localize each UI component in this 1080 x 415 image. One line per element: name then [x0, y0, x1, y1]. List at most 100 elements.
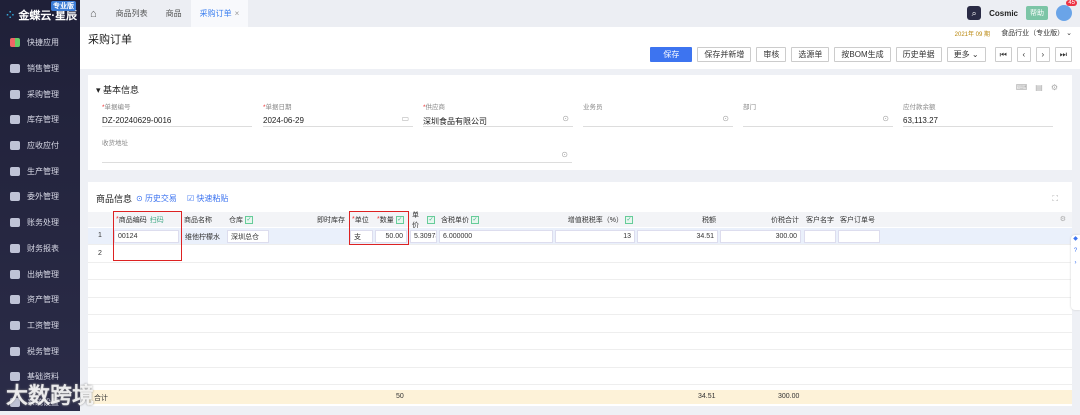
- prev-record-button[interactable]: ‹: [1016, 47, 1031, 62]
- quick-paste-link[interactable]: ☑ 快速粘贴: [187, 193, 228, 204]
- last-record-button[interactable]: ⏭: [1054, 47, 1072, 62]
- tab-purchase-order[interactable]: 采购订单 ×: [190, 0, 249, 27]
- cell-warehouse[interactable]: 深圳总仓: [227, 230, 269, 243]
- sidebar-item[interactable]: 工资管理: [0, 313, 80, 339]
- more-icon[interactable]: ⊙: [882, 114, 889, 123]
- goods-info-section: 商品信息 ⊙ 历史交易 ☑ 快速粘贴 ⛶ * 商品编码 扫码 商品名称 仓库 ✓ 即时库存 *…: [88, 182, 1072, 406]
- column-header[interactable]: 单价 ✓: [409, 212, 438, 229]
- avatar[interactable]: 45: [1056, 0, 1077, 21]
- table-row[interactable]: [88, 263, 1072, 280]
- column-header[interactable]: 客户名字: [803, 212, 837, 227]
- batch-edit-icon[interactable]: ✓: [471, 215, 479, 224]
- form-field[interactable]: *供应商 深圳食品有限公司 ⊙: [423, 101, 573, 127]
- column-header[interactable]: 仓库 ✓: [226, 212, 270, 227]
- table-row[interactable]: [88, 281, 1072, 298]
- form-field[interactable]: *单据编号 DZ-20240629-0016: [102, 101, 252, 127]
- close-icon[interactable]: ×: [235, 9, 240, 18]
- section-title[interactable]: ▾ 基本信息: [96, 83, 139, 96]
- sidebar-item[interactable]: 财务报表: [0, 236, 80, 262]
- cell-price[interactable]: 5.309735: [410, 230, 437, 243]
- fullscreen-icon[interactable]: ⛶: [1052, 194, 1058, 204]
- search-icon[interactable]: ⌕: [967, 6, 982, 20]
- form-field[interactable]: 收货地址 ⊙: [102, 137, 572, 163]
- more-icon[interactable]: ⊙: [722, 114, 729, 123]
- sidebar-item[interactable]: 出纳管理: [0, 261, 80, 287]
- field-label-text: 业务员: [583, 104, 603, 111]
- table-row[interactable]: [88, 333, 1072, 350]
- toolbar-button[interactable]: 保存并新增: [697, 47, 752, 62]
- cell-cust-order[interactable]: [838, 230, 880, 243]
- sidebar-item-label: 采购管理: [27, 89, 59, 99]
- logo-icon: ⁘: [6, 9, 15, 21]
- table-row[interactable]: [88, 298, 1072, 315]
- calendar-icon[interactable]: ▭: [401, 114, 409, 123]
- column-header[interactable]: 价税合计: [719, 212, 802, 227]
- column-header[interactable]: 商品名称: [181, 212, 225, 227]
- gear-icon[interactable]: ⚙: [1051, 83, 1058, 92]
- sidebar-item[interactable]: 销售管理: [0, 56, 80, 82]
- sidebar-item[interactable]: 委外管理: [0, 184, 80, 210]
- form-field[interactable]: 应付款余额 63,113.27: [903, 101, 1053, 127]
- keyboard-icon[interactable]: ⌨: [1016, 83, 1028, 92]
- table-row[interactable]: 2: [88, 246, 1072, 263]
- column-header-label: 即时库存: [317, 216, 345, 224]
- cell-name[interactable]: 维他柠檬水: [182, 230, 224, 243]
- sidebar-item[interactable]: 快捷应用: [0, 30, 80, 56]
- field-label-text: 单据编号: [104, 104, 131, 111]
- batch-edit-icon[interactable]: ✓: [625, 215, 633, 224]
- sidebar-item[interactable]: 税务管理: [0, 338, 80, 364]
- toolbar-button[interactable]: 按BOM生成: [834, 47, 891, 62]
- sidebar-item[interactable]: 生产管理: [0, 158, 80, 184]
- toolbar-button[interactable]: 选源单: [791, 47, 830, 62]
- sidebar-item[interactable]: 资产管理: [0, 287, 80, 313]
- field-value[interactable]: DZ-20240629-0016: [102, 116, 252, 125]
- sidebar-item[interactable]: 应收应付: [0, 133, 80, 159]
- sidebar-item[interactable]: 库存管理: [0, 107, 80, 133]
- floating-side-panel[interactable]: ◆? ›: [1071, 235, 1080, 310]
- toolbar-button[interactable]: 更多 ⌄: [946, 47, 986, 62]
- batch-edit-icon[interactable]: ✓: [245, 215, 253, 224]
- cell-tax-rate[interactable]: 13: [555, 230, 635, 243]
- history-trade-link[interactable]: ⊙ 历史交易: [136, 193, 177, 204]
- form-field[interactable]: 业务员 ⊙: [583, 101, 733, 127]
- cell-cust-name[interactable]: [804, 230, 836, 243]
- tab-product[interactable]: 商品: [157, 0, 191, 27]
- field-value[interactable]: 2024-06-29: [263, 116, 413, 125]
- sidebar-item[interactable]: 采购管理: [0, 81, 80, 107]
- toolbar-button[interactable]: 审核: [756, 47, 787, 62]
- tab-product-list[interactable]: 商品列表: [107, 0, 157, 27]
- toolbar-button[interactable]: 历史单据: [895, 47, 942, 62]
- table-row[interactable]: [88, 368, 1072, 385]
- org-selector[interactable]: 食品行业（专业版） ⌄: [1001, 28, 1072, 38]
- form-field[interactable]: *单据日期 2024-06-29 ▭: [263, 101, 413, 127]
- table-row[interactable]: [88, 316, 1072, 333]
- column-header[interactable]: 客户订单号: [837, 212, 881, 227]
- toolbar-button[interactable]: 保存: [650, 47, 693, 62]
- table-row[interactable]: [88, 351, 1072, 368]
- column-header[interactable]: 增值税税率（%） ✓: [554, 212, 636, 227]
- sidebar-item-label: 生产管理: [27, 166, 59, 176]
- field-value[interactable]: 深圳食品有限公司: [423, 116, 573, 127]
- cell-total[interactable]: 300.00: [720, 230, 801, 243]
- home-tab[interactable]: ⌂: [80, 0, 107, 27]
- column-header[interactable]: 含税单价 ✓: [438, 212, 554, 227]
- sidebar-item[interactable]: 账务处理: [0, 210, 80, 236]
- more-icon[interactable]: ⊙: [562, 114, 569, 123]
- sidebar-item-label: 快捷应用: [27, 38, 59, 48]
- cell-tax[interactable]: 34.51: [637, 230, 718, 243]
- form-field[interactable]: 部门 ⊙: [743, 101, 893, 127]
- first-record-button[interactable]: ⏮: [994, 47, 1012, 62]
- doc-settings-icon[interactable]: ▤: [1035, 83, 1043, 92]
- help-button[interactable]: 帮助: [1026, 6, 1048, 20]
- more-icon[interactable]: ⊙: [561, 150, 568, 159]
- batch-edit-icon[interactable]: ✓: [427, 215, 435, 224]
- table-row[interactable]: 100124维他柠檬水深圳总仓支50.005.3097356.000000133…: [88, 228, 1072, 245]
- column-settings-icon[interactable]: ⚙: [1060, 215, 1066, 223]
- field-value[interactable]: 63,113.27: [903, 116, 1053, 125]
- logo[interactable]: ⁘ 金蝶云·星辰 专业版: [0, 0, 80, 30]
- column-header[interactable]: 即时库存: [270, 212, 348, 227]
- column-header[interactable]: 税额: [636, 212, 719, 227]
- cell-tax-price[interactable]: 6.000000: [439, 230, 553, 243]
- next-record-button[interactable]: ›: [1035, 47, 1050, 62]
- cosmic-link[interactable]: Cosmic: [989, 9, 1018, 18]
